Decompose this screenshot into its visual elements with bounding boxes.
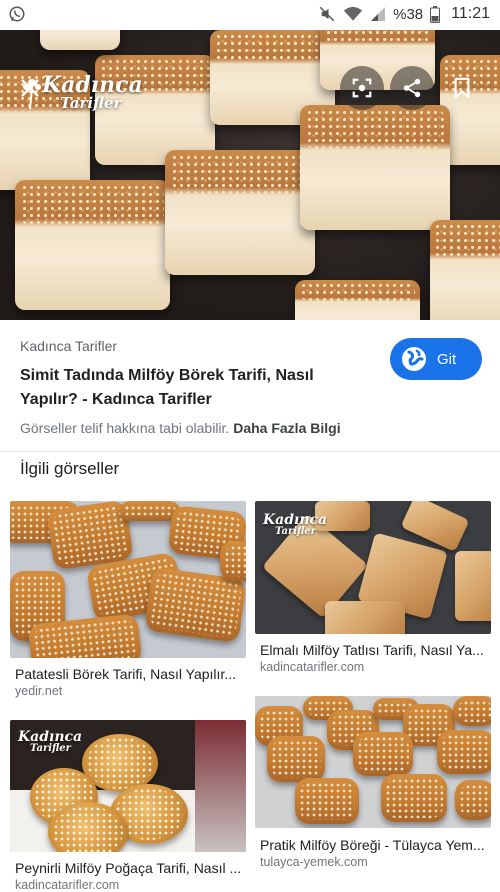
hero-image[interactable]: Kadınca Tarifler [0, 30, 500, 320]
lens-button[interactable] [340, 66, 384, 110]
whatsapp-icon [9, 6, 25, 22]
signal-icon [371, 7, 386, 21]
bookmark-icon [454, 77, 470, 99]
related-source-3: kadincatarifler.com [15, 878, 120, 892]
result-title[interactable]: Simit Tadında Milföy Börek Tarifi, Nasıl… [20, 364, 360, 412]
related-thumb-1[interactable] [10, 501, 246, 658]
visit-button[interactable]: Git [390, 338, 482, 380]
related-thumb-3[interactable]: Kadınca Tarifler [10, 720, 246, 852]
globe-icon [402, 347, 426, 371]
thumb-2-watermark-logo: Kadınca Tarifler [263, 513, 327, 537]
copyright-text: Görseller telif hakkına tabi olabilir. [20, 420, 230, 436]
thumb-3-watermark-logo: Kadınca Tarifler [18, 730, 82, 754]
status-bar: %38 11:21 [0, 0, 500, 30]
thumb-3-logo-line1: Kadınca [18, 729, 83, 745]
thumb-3-logo-line2: Tarifler [30, 743, 71, 754]
related-title-4[interactable]: Pratik Milföy Böreği - Tülayca Yem... [260, 837, 488, 853]
related-heading: İlgili görseller [20, 459, 120, 478]
related-source-2: kadincatarifler.com [260, 660, 365, 674]
battery-percent: %38 [393, 5, 424, 23]
more-info-link[interactable]: Daha Fazla Bilgi [233, 420, 340, 436]
bookmark-button[interactable] [440, 66, 484, 110]
result-source[interactable]: Kadınca Tarifler [20, 338, 117, 354]
lens-icon [352, 78, 372, 98]
mute-icon [319, 6, 335, 22]
share-button[interactable] [390, 66, 434, 110]
divider [0, 451, 500, 452]
share-icon [403, 78, 421, 98]
hero-watermark-logo: Kadınca Tarifler [20, 74, 143, 111]
background-cup [195, 720, 246, 852]
related-source-4: tulayca-yemek.com [260, 855, 368, 869]
flower-logo-icon [23, 79, 41, 110]
related-title-3[interactable]: Peynirli Milföy Poğaça Tarifi, Nasıl ... [15, 860, 243, 876]
clock: 11:21 [451, 5, 490, 22]
related-thumb-4[interactable] [255, 696, 491, 828]
related-title-1[interactable]: Patatesli Börek Tarifi, Nasıl Yapılır... [15, 666, 243, 682]
related-title-2[interactable]: Elmalı Milföy Tatlısı Tarifi, Nasıl Ya..… [260, 642, 488, 658]
wifi-icon [343, 6, 363, 21]
thumb-2-logo-line1: Kadınca [263, 512, 328, 528]
related-source-1: yedir.net [15, 684, 63, 698]
battery-icon [430, 5, 441, 23]
related-thumb-2[interactable]: Kadınca Tarifler [255, 501, 491, 634]
copyright-notice: Görseller telif hakkına tabi olabilir. D… [20, 420, 341, 436]
thumb-2-logo-line2: Tarifler [275, 526, 316, 537]
visit-button-label: Git [437, 350, 457, 368]
